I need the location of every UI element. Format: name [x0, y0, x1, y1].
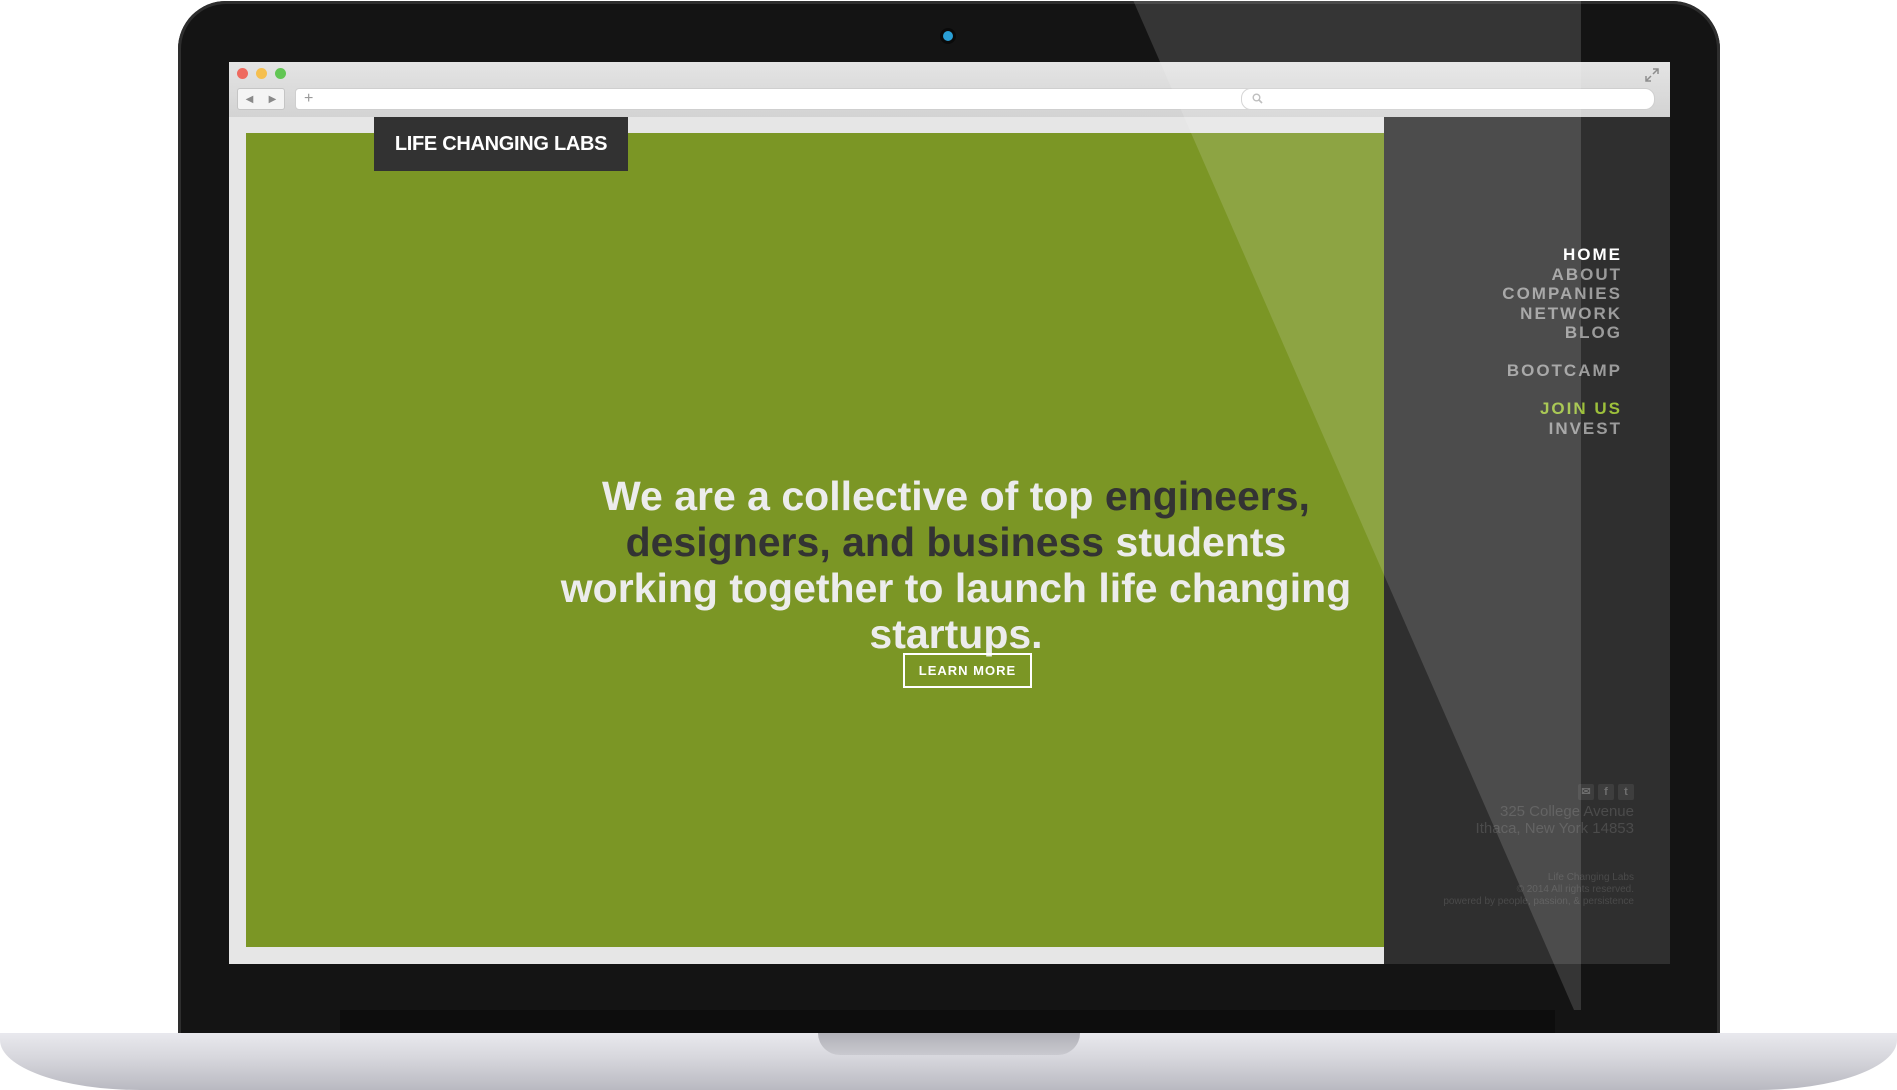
- hero-headline: We are a collective of top engineers, de…: [546, 473, 1366, 657]
- learn-more-button[interactable]: LEARN MORE: [903, 653, 1032, 688]
- nav-network[interactable]: NETWORK: [1520, 304, 1622, 324]
- footer-company: Life Changing Labs: [1547, 872, 1634, 883]
- nav-bootcamp[interactable]: BOOTCAMP: [1507, 361, 1622, 381]
- new-tab-plus-icon[interactable]: +: [304, 89, 313, 109]
- nav-blog[interactable]: BLOG: [1565, 323, 1622, 343]
- footer-text: Life Changing Labs © 2014 All rights res…: [1443, 872, 1634, 908]
- nav-invest[interactable]: INVEST: [1549, 419, 1622, 439]
- address-bar[interactable]: +: [295, 88, 1251, 110]
- nav-about[interactable]: ABOUT: [1552, 265, 1622, 285]
- search-icon: [1252, 93, 1263, 104]
- forward-arrow-icon[interactable]: ▶: [269, 94, 277, 105]
- web-page: We are a collective of top engineers, de…: [229, 117, 1670, 964]
- address-line-2: Ithaca, New York 14853: [1475, 820, 1634, 837]
- laptop-hinge: [340, 1010, 1555, 1034]
- headline-text-start: We are a collective of top: [602, 473, 1105, 519]
- social-links: ✉ f t: [1578, 784, 1634, 800]
- back-arrow-icon[interactable]: ◀: [246, 94, 254, 105]
- address: 325 College Avenue Ithaca, New York 1485…: [1476, 803, 1634, 837]
- site-logo[interactable]: LIFE CHANGING LABS: [374, 117, 628, 171]
- history-buttons: ◀ ▶: [237, 88, 285, 110]
- sidebar-nav: HOME ABOUT COMPANIES NETWORK BLOG BOOTCA…: [1384, 117, 1670, 964]
- footer-copyright: © 2014 All rights reserved.: [1516, 884, 1634, 895]
- footer-tagline: powered by people, passion, & persistenc…: [1443, 896, 1634, 907]
- address-line-1: 325 College Avenue: [1499, 803, 1634, 820]
- minimize-window-icon[interactable]: [256, 68, 267, 79]
- maximize-window-icon[interactable]: [275, 68, 286, 79]
- camera-icon: [943, 31, 953, 41]
- mail-icon[interactable]: ✉: [1578, 784, 1594, 800]
- laptop-screen: ◀ ▶ + We are a collective of top enginee…: [229, 62, 1670, 964]
- browser-chrome: ◀ ▶ +: [229, 62, 1670, 117]
- hero-section: We are a collective of top engineers, de…: [246, 133, 1384, 947]
- nav-join-us[interactable]: JOIN US: [1540, 399, 1622, 419]
- close-window-icon[interactable]: [237, 68, 248, 79]
- fullscreen-icon[interactable]: [1645, 68, 1659, 82]
- browser-search-bar[interactable]: [1241, 88, 1655, 110]
- nav-home[interactable]: HOME: [1563, 245, 1622, 265]
- facebook-icon[interactable]: f: [1598, 784, 1614, 800]
- twitter-icon[interactable]: t: [1618, 784, 1634, 800]
- nav-companies[interactable]: COMPANIES: [1502, 284, 1622, 304]
- laptop-notch: [818, 1033, 1080, 1055]
